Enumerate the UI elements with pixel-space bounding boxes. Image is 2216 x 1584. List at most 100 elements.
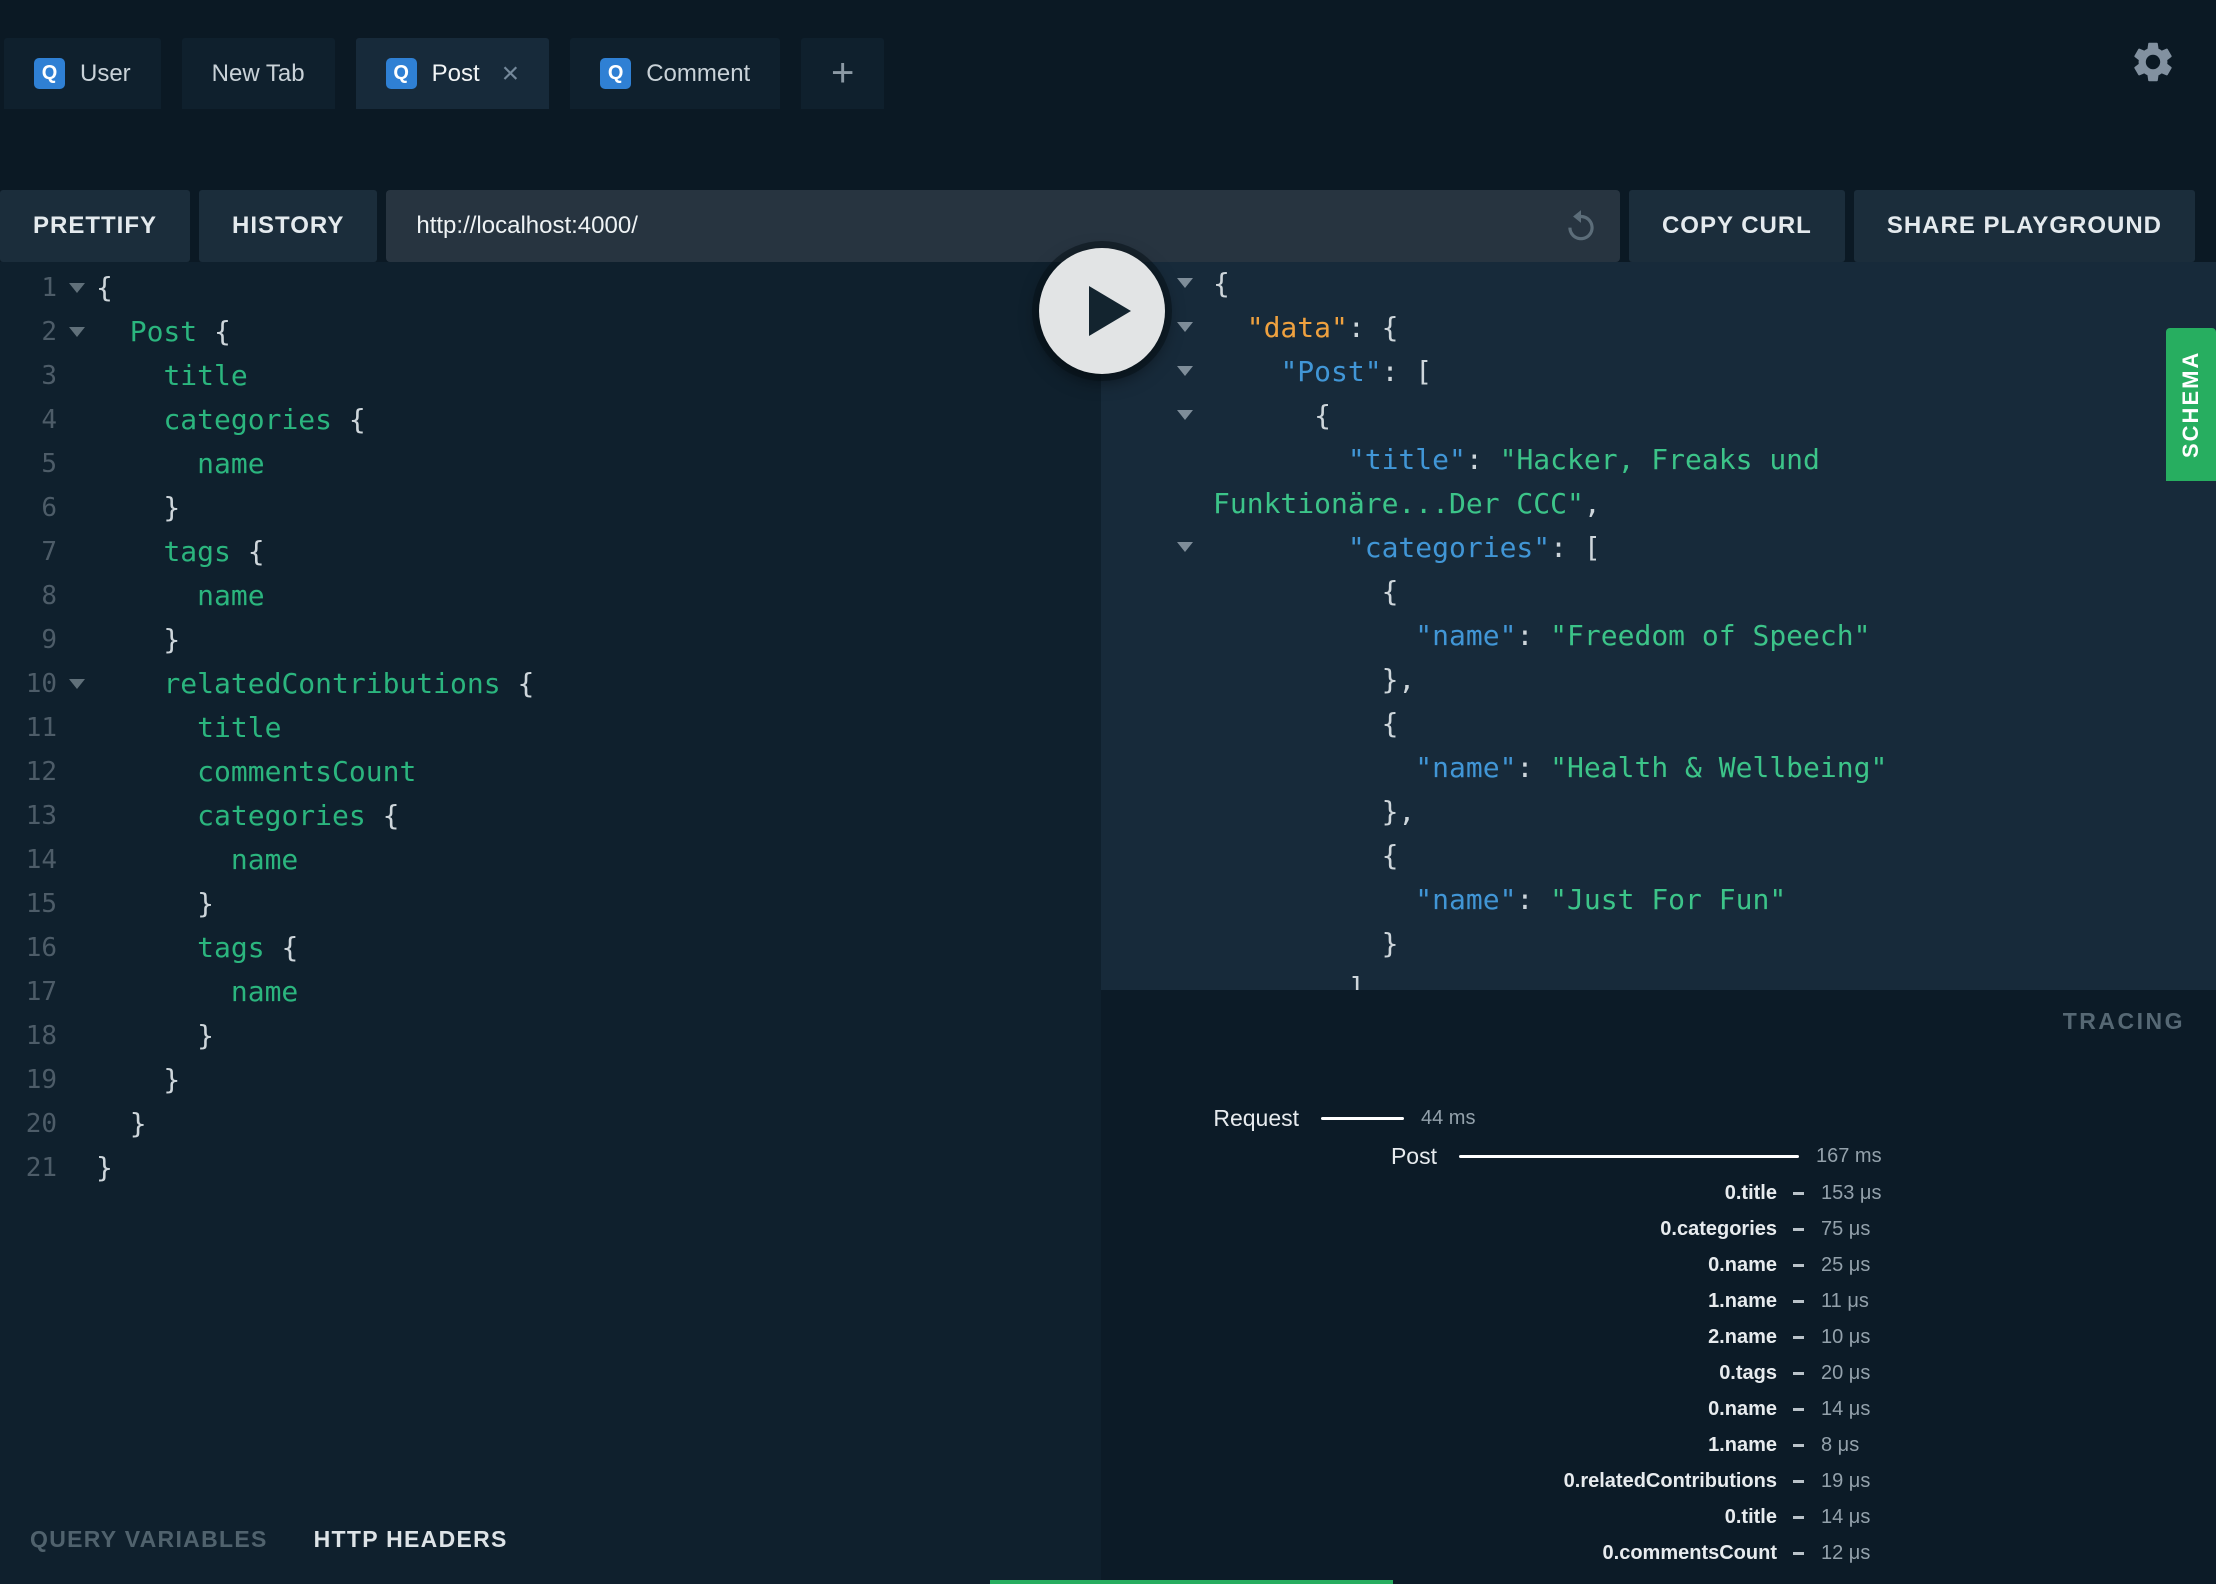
tab-label: Post — [431, 59, 480, 87]
line-number: 16 — [25, 933, 57, 963]
code-line[interactable]: 2 Post { — [0, 310, 1101, 354]
url-input[interactable] — [416, 212, 1550, 240]
code-line[interactable]: 4 categories { — [0, 398, 1101, 442]
code-line[interactable]: 17 name — [0, 970, 1101, 1014]
line-number: 13 — [25, 801, 57, 831]
trace-row: 0.name 25 μs — [1101, 1247, 2216, 1283]
trace-label: 0.relatedContributions — [1563, 1469, 1777, 1492]
execute-query-button[interactable] — [1039, 248, 1165, 374]
trace-duration: 44 ms — [1421, 1106, 1476, 1129]
response-viewer[interactable]: { "data": { "Post": [ { "title": "Hacker… — [1101, 262, 2216, 990]
collapse-caret-icon[interactable] — [1177, 410, 1193, 420]
response-line: }, — [1213, 663, 1416, 696]
response-line: } — [1213, 927, 1399, 960]
collapse-caret-icon[interactable] — [1177, 322, 1193, 332]
code-line[interactable]: 20 } — [0, 1102, 1101, 1146]
copy-curl-button[interactable]: COPY CURL — [1628, 190, 1845, 262]
tab-post[interactable]: Q Post × — [355, 38, 550, 109]
trace-duration: 8 μs — [1821, 1433, 1860, 1456]
response-line: { — [1101, 394, 2216, 438]
settings-gear-icon[interactable] — [2129, 38, 2177, 86]
response-pane: { "data": { "Post": [ { "title": "Hacker… — [1101, 262, 2216, 1584]
line-number: 12 — [25, 757, 57, 787]
bottom-partial-element — [990, 1580, 1393, 1584]
endpoint-bar — [386, 190, 1620, 262]
trace-label: 1.name — [1708, 1433, 1777, 1456]
trace-dash-icon — [1793, 1443, 1804, 1447]
code-line[interactable]: 12 commentsCount — [0, 750, 1101, 794]
code-line[interactable]: 1{ — [0, 266, 1101, 310]
code-line[interactable]: 14 name — [0, 838, 1101, 882]
add-tab-button[interactable]: + — [801, 38, 885, 109]
line-number: 11 — [25, 713, 57, 743]
line-number: 19 — [25, 1065, 57, 1095]
code-line[interactable]: 6 } — [0, 486, 1101, 530]
trace-label: Request — [1213, 1104, 1299, 1131]
code-line[interactable]: 15 } — [0, 882, 1101, 926]
code-line[interactable]: 9 } — [0, 618, 1101, 662]
tab-bar: Q User New Tab Q Post × Q Comment + — [4, 38, 885, 109]
trace-label: 0.title — [1724, 1505, 1777, 1528]
tab-comment[interactable]: Q Comment — [570, 38, 781, 109]
line-number: 17 — [25, 977, 57, 1007]
response-line: "categories": [ — [1101, 526, 2216, 570]
trace-row: Request 44 ms — [1101, 1099, 2216, 1137]
line-number: 20 — [25, 1109, 57, 1139]
trace-dash-icon — [1793, 1479, 1804, 1483]
fold-caret-icon[interactable] — [57, 327, 96, 337]
editor-bottom-bar: QUERY VARIABLES HTTP HEADERS — [0, 1495, 1101, 1584]
response-line: "Post": [ — [1101, 350, 2216, 394]
trace-label: 0.name — [1708, 1397, 1777, 1420]
http-headers-tab[interactable]: HTTP HEADERS — [314, 1526, 508, 1553]
line-number: 10 — [25, 669, 57, 699]
trace-duration: 14 μs — [1821, 1397, 1871, 1420]
prettify-button[interactable]: PRETTIFY — [0, 190, 191, 262]
trace-duration: 153 μs — [1821, 1181, 1882, 1204]
reset-endpoint-icon[interactable] — [1562, 207, 1600, 245]
collapse-caret-icon[interactable] — [1177, 278, 1193, 288]
trace-row: 1.name 8 μs — [1101, 1427, 2216, 1463]
response-line: { — [1213, 707, 1399, 740]
line-number: 7 — [41, 537, 57, 567]
history-button[interactable]: HISTORY — [199, 190, 378, 262]
tab-new-tab[interactable]: New Tab — [181, 38, 335, 109]
schema-tab[interactable]: SCHEMA — [2166, 328, 2216, 481]
trace-row: 1.name 11 μs — [1101, 1283, 2216, 1319]
trace-row: 0.title 14 μs — [1101, 1499, 2216, 1535]
code-line[interactable]: 7 tags { — [0, 530, 1101, 574]
fold-caret-icon[interactable] — [57, 679, 96, 689]
trace-dash-icon — [1793, 1191, 1804, 1195]
tab-user[interactable]: Q User — [4, 38, 161, 109]
query-editor[interactable]: 1{2 Post {3 title 4 categories {5 name 6 }… — [0, 262, 1101, 1495]
code-line[interactable]: 5 name — [0, 442, 1101, 486]
query-variables-tab[interactable]: QUERY VARIABLES — [30, 1526, 268, 1553]
circular-arrow-icon — [1568, 210, 1594, 241]
fold-caret-icon[interactable] — [57, 283, 96, 293]
trace-label: 0.title — [1724, 1181, 1777, 1204]
trace-label: 1.name — [1708, 1289, 1777, 1312]
line-number: 15 — [25, 889, 57, 919]
share-playground-button[interactable]: SHARE PLAYGROUND — [1853, 190, 2195, 262]
collapse-caret-icon[interactable] — [1177, 542, 1193, 552]
code-line[interactable]: 11 title — [0, 706, 1101, 750]
query-tab-icon: Q — [600, 58, 632, 89]
trace-duration: 75 μs — [1821, 1217, 1871, 1240]
code-line[interactable]: 19 } — [0, 1058, 1101, 1102]
close-tab-icon[interactable]: × — [502, 58, 520, 89]
line-number: 3 — [41, 361, 57, 391]
response-line: { — [1213, 575, 1399, 608]
code-line[interactable]: 21} — [0, 1146, 1101, 1190]
collapse-caret-icon[interactable] — [1177, 366, 1193, 376]
code-line[interactable]: 18 } — [0, 1014, 1101, 1058]
trace-label: 0.commentsCount — [1602, 1541, 1777, 1564]
code-line[interactable]: 8 name — [0, 574, 1101, 618]
code-line[interactable]: 13 categories { — [0, 794, 1101, 838]
trace-duration: 167 ms — [1816, 1144, 1882, 1167]
code-line[interactable]: 3 title — [0, 354, 1101, 398]
tab-label: User — [80, 59, 131, 87]
response-line: ] — [1213, 971, 1365, 990]
code-line[interactable]: 10 relatedContributions { — [0, 662, 1101, 706]
line-number: 9 — [41, 625, 57, 655]
code-line[interactable]: 16 tags { — [0, 926, 1101, 970]
line-number: 8 — [41, 581, 57, 611]
